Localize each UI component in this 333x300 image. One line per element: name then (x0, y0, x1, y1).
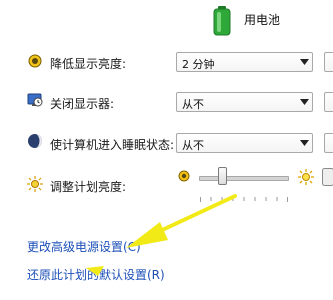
turn-off-display-value: 从不 (182, 98, 204, 111)
brightness-slider-2-thumb[interactable] (322, 168, 333, 186)
turn-off-display-label: 关闭显示器: (50, 97, 115, 111)
sleep-select-2[interactable] (324, 133, 333, 153)
turn-off-display-select[interactable]: 从不 (176, 92, 313, 112)
sleep-label: 使计算机进入睡眠状态: (50, 138, 175, 152)
dim-display-icon (27, 53, 43, 69)
brightness-sun-icon (27, 176, 43, 192)
chevron-down-icon (296, 93, 312, 111)
sleep-value: 从不 (182, 139, 204, 152)
restore-defaults-link[interactable]: 还原此计划的默认设置(R) (27, 266, 165, 283)
dim-display-select[interactable]: 2 分钟 (176, 52, 313, 72)
brightness-low-icon (178, 170, 190, 182)
turn-off-display-select-2[interactable] (324, 92, 333, 112)
brightness-slider-thumb[interactable] (218, 167, 227, 185)
sleep-moon-icon (27, 133, 43, 149)
brightness-label: 调整计划亮度: (50, 180, 127, 194)
dim-display-value: 2 分钟 (182, 58, 215, 71)
battery-column-label: 用电池 (244, 13, 281, 27)
dim-display-select-2[interactable] (324, 52, 333, 72)
chevron-down-icon (296, 134, 312, 152)
sleep-select[interactable]: 从不 (176, 133, 313, 153)
chevron-down-icon (296, 53, 312, 71)
brightness-slider-track[interactable] (199, 176, 289, 181)
brightness-slider-ticks (200, 191, 288, 202)
dim-display-label: 降低显示亮度: (50, 57, 127, 71)
monitor-off-icon (27, 92, 43, 108)
battery-icon (213, 6, 231, 36)
advanced-power-settings-link[interactable]: 更改高级电源设置(C) (27, 238, 141, 255)
brightness-high-icon (298, 169, 314, 185)
